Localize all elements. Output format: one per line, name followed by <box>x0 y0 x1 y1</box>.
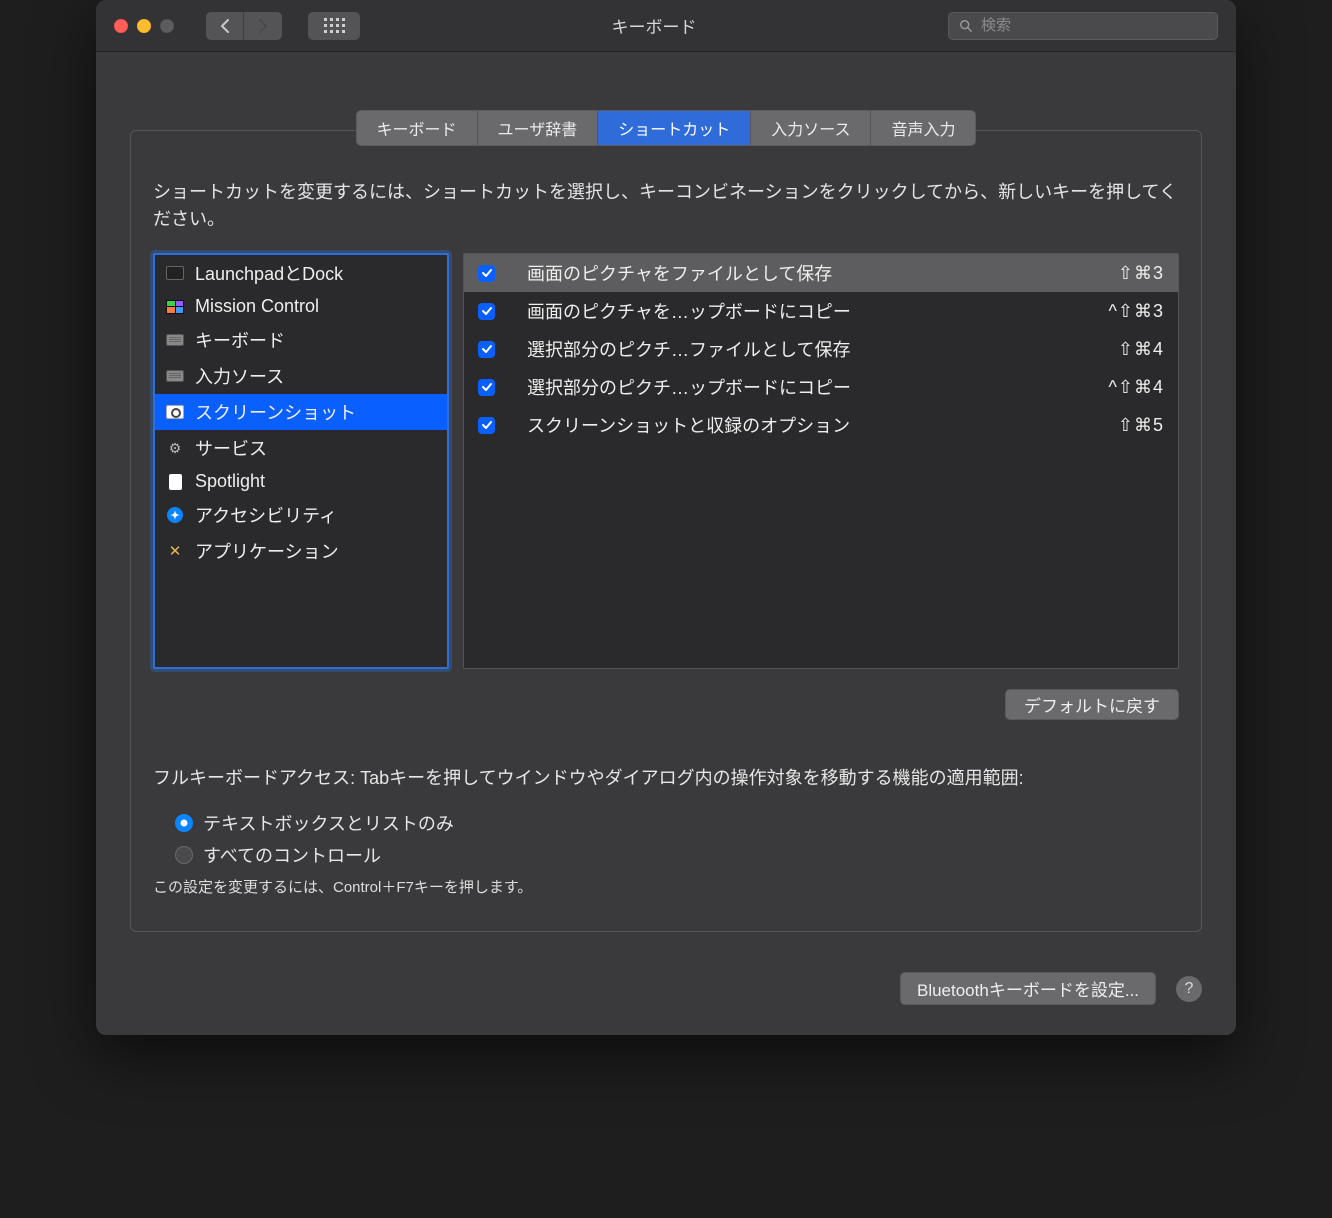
shortcut-label: 画面のピクチャをファイルとして保存 <box>509 260 1104 286</box>
check-icon <box>481 305 493 317</box>
camera-icon <box>165 404 185 420</box>
shortcut-checkbox[interactable] <box>478 341 495 358</box>
category-sidebar[interactable]: LaunchpadとDock Mission Control キーボード 入力ソ… <box>153 253 449 669</box>
search-input[interactable] <box>979 16 1207 35</box>
tab-input-sources[interactable]: 入力ソース <box>751 111 871 145</box>
keyboard-icon <box>165 368 185 384</box>
sidebar-item-label: サービス <box>195 435 267 461</box>
document-icon <box>165 474 185 490</box>
fka-heading: フルキーボードアクセス: Tabキーを押してウインドウやダイアログ内の操作対象を… <box>153 764 1179 790</box>
restore-defaults-button[interactable]: デフォルトに戻す <box>1005 689 1179 720</box>
shortcut-keys[interactable]: ^⇧⌘4 <box>1108 377 1164 398</box>
sidebar-item-label: Mission Control <box>195 296 319 317</box>
sidebar-item-mission-control[interactable]: Mission Control <box>155 291 447 322</box>
check-icon <box>481 419 493 431</box>
search-field[interactable] <box>948 12 1218 40</box>
sidebar-item-label: 入力ソース <box>195 363 284 389</box>
chevron-right-icon <box>258 19 268 33</box>
window-title: キーボード <box>374 13 934 38</box>
nav-buttons <box>206 12 282 40</box>
tab-dictation[interactable]: 音声入力 <box>871 111 975 145</box>
shortcut-label: 選択部分のピクチ…ップボードにコピー <box>509 374 1094 400</box>
gear-icon: ⚙︎ <box>165 440 185 456</box>
window-controls <box>114 19 174 33</box>
sidebar-item-services[interactable]: ⚙︎ サービス <box>155 430 447 466</box>
titlebar: キーボード <box>96 0 1236 52</box>
check-icon <box>481 267 493 279</box>
shortcut-checkbox[interactable] <box>478 303 495 320</box>
shortcut-checkbox[interactable] <box>478 379 495 396</box>
shortcut-checkbox[interactable] <box>478 265 495 282</box>
sidebar-item-launchpad[interactable]: LaunchpadとDock <box>155 255 447 291</box>
sidebar-item-label: キーボード <box>195 327 285 353</box>
sidebar-item-keyboard[interactable]: キーボード <box>155 322 447 358</box>
shortcut-list[interactable]: 画面のピクチャをファイルとして保存 ⇧⌘3 画面のピクチャを…ップボードにコピー… <box>463 253 1179 669</box>
sidebar-item-label: LaunchpadとDock <box>195 260 343 286</box>
chevron-left-icon <box>220 19 230 33</box>
mission-control-icon <box>165 299 185 315</box>
fka-option-all-controls[interactable]: すべてのコントロール <box>175 842 1179 868</box>
launchpad-icon <box>165 265 185 281</box>
tab-shortcuts[interactable]: ショートカット <box>598 111 751 145</box>
sidebar-item-label: アプリケーション <box>195 538 339 564</box>
bluetooth-keyboard-button[interactable]: Bluetoothキーボードを設定... <box>900 972 1156 1005</box>
close-window-button[interactable] <box>114 19 128 33</box>
shortcut-row[interactable]: 画面のピクチャを…ップボードにコピー ^⇧⌘3 <box>464 292 1178 330</box>
fka-hint: この設定を変更するには、Control＋F7キーを押します。 <box>153 876 1179 897</box>
help-icon: ? <box>1185 980 1194 998</box>
radio-button[interactable] <box>175 814 193 832</box>
radio-label: テキストボックスとリストのみ <box>203 810 454 836</box>
grid-icon <box>324 18 345 33</box>
shortcut-checkbox[interactable] <box>478 417 495 434</box>
shortcut-label: 選択部分のピクチ…ファイルとして保存 <box>509 336 1104 362</box>
show-all-button[interactable] <box>308 12 360 40</box>
tab-keyboard[interactable]: キーボード <box>357 111 478 145</box>
sidebar-item-label: スクリーンショット <box>195 399 356 425</box>
shortcut-row[interactable]: 選択部分のピクチ…ップボードにコピー ^⇧⌘4 <box>464 368 1178 406</box>
minimize-window-button[interactable] <box>137 19 151 33</box>
instructions-text: ショートカットを変更するには、ショートカットを選択し、キーコンビネーションをクリ… <box>153 179 1179 233</box>
radio-label: すべてのコントロール <box>203 842 381 868</box>
shortcut-row[interactable]: 選択部分のピクチ…ファイルとして保存 ⇧⌘4 <box>464 330 1178 368</box>
accessibility-icon: ✦ <box>165 507 185 523</box>
help-button[interactable]: ? <box>1176 976 1202 1002</box>
sidebar-item-label: アクセシビリティ <box>195 502 337 528</box>
sidebar-item-screenshots[interactable]: スクリーンショット <box>155 394 447 430</box>
tab-bar: キーボード ユーザ辞書 ショートカット 入力ソース 音声入力 <box>356 110 977 146</box>
content-frame: ショートカットを変更するには、ショートカットを選択し、キーコンビネーションをクリ… <box>130 130 1202 932</box>
shortcut-label: 画面のピクチャを…ップボードにコピー <box>509 298 1094 324</box>
forward-button <box>244 12 282 40</box>
sidebar-item-spotlight[interactable]: Spotlight <box>155 466 447 497</box>
zoom-window-button <box>160 19 174 33</box>
back-button[interactable] <box>206 12 244 40</box>
fka-option-textboxes[interactable]: テキストボックスとリストのみ <box>175 810 1179 836</box>
sidebar-item-input-sources[interactable]: 入力ソース <box>155 358 447 394</box>
sidebar-item-app[interactable]: ✕ アプリケーション <box>155 533 447 569</box>
check-icon <box>481 343 493 355</box>
footer: Bluetoothキーボードを設定... ? <box>96 932 1236 1035</box>
shortcut-keys[interactable]: ⇧⌘3 <box>1118 263 1164 284</box>
tab-user-dict[interactable]: ユーザ辞書 <box>478 111 599 145</box>
search-icon <box>959 19 973 33</box>
preferences-window: キーボード キーボード ユーザ辞書 ショートカット 入力ソース 音声入力 ショー… <box>96 0 1236 1035</box>
shortcut-keys[interactable]: ⇧⌘4 <box>1118 339 1164 360</box>
shortcut-row[interactable]: スクリーンショットと収録のオプション ⇧⌘5 <box>464 406 1178 444</box>
shortcut-label: スクリーンショットと収録のオプション <box>509 412 1104 438</box>
check-icon <box>481 381 493 393</box>
app-icon: ✕ <box>165 543 185 559</box>
shortcut-keys[interactable]: ^⇧⌘3 <box>1108 301 1164 322</box>
shortcut-keys[interactable]: ⇧⌘5 <box>1118 415 1164 436</box>
sidebar-item-accessibility[interactable]: ✦ アクセシビリティ <box>155 497 447 533</box>
sidebar-item-label: Spotlight <box>195 471 265 492</box>
radio-button[interactable] <box>175 846 193 864</box>
full-keyboard-access-section: フルキーボードアクセス: Tabキーを押してウインドウやダイアログ内の操作対象を… <box>153 764 1179 897</box>
keyboard-icon <box>165 332 185 348</box>
shortcut-row[interactable]: 画面のピクチャをファイルとして保存 ⇧⌘3 <box>464 254 1178 292</box>
